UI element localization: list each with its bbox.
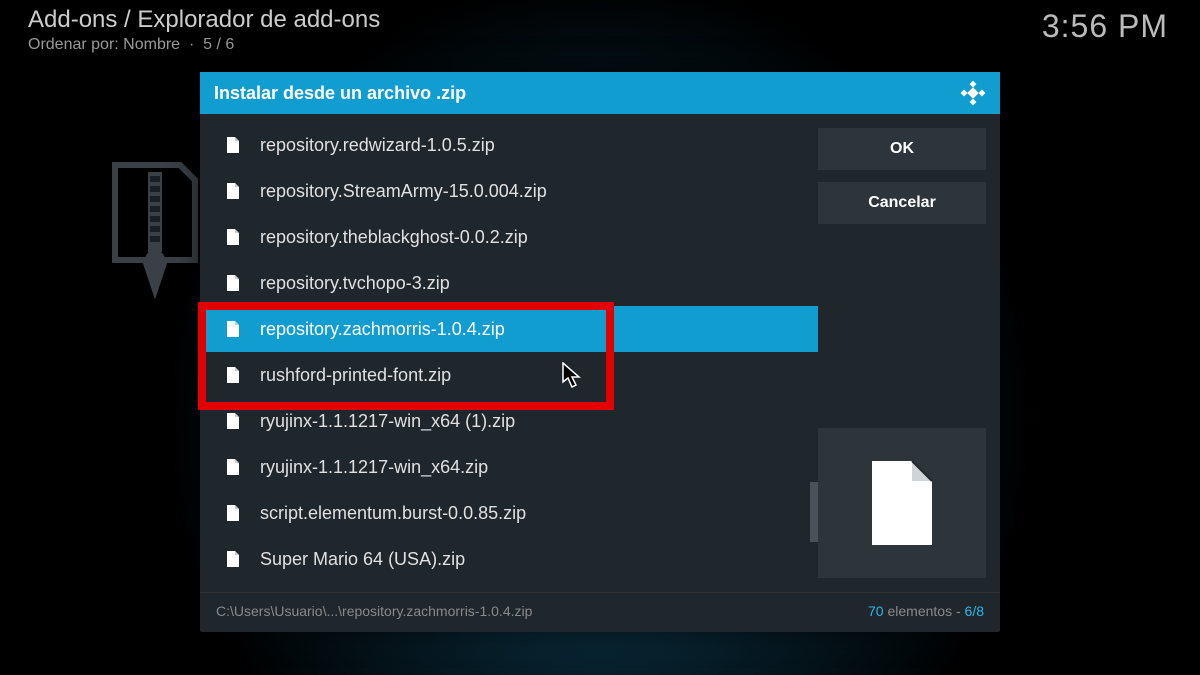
file-item[interactable]: repository.zachmorris-1.0.4.zip	[200, 306, 818, 352]
sort-label: Ordenar por: Nombre	[28, 36, 180, 53]
file-name: rushford-printed-font.zip	[260, 365, 451, 386]
file-item[interactable]: script.elementum.burst-0.0.85.zip	[200, 490, 818, 536]
file-item[interactable]: rushford-printed-font.zip	[200, 352, 818, 398]
current-path: C:\Users\Usuario\...\repository.zachmorr…	[216, 603, 532, 619]
file-icon	[226, 320, 240, 338]
file-item[interactable]: repository.tvchopo-3.zip	[200, 260, 818, 306]
dialog-body: repository.redwizard-1.0.5.zip repository…	[200, 114, 1000, 592]
file-item[interactable]: Super Mario 64 (USA).zip	[200, 536, 818, 582]
sort-line: Ordenar por: Nombre · 5 / 6	[28, 36, 1172, 54]
file-name: repository.zachmorris-1.0.4.zip	[260, 319, 505, 340]
file-icon	[226, 550, 240, 568]
file-icon	[226, 504, 240, 522]
clock: 3:56 PM	[1042, 8, 1168, 45]
breadcrumb: Add-ons / Explorador de add-ons	[28, 6, 1172, 34]
kodi-logo-icon	[960, 80, 986, 106]
file-icon	[226, 412, 240, 430]
header: Add-ons / Explorador de add-ons Ordenar …	[28, 6, 1172, 54]
file-item[interactable]: ryujinx-1.1.1217-win_x64 (1).zip	[200, 398, 818, 444]
file-name: ryujinx-1.1.1217-win_x64.zip	[260, 457, 488, 478]
file-item[interactable]: repository.redwizard-1.0.5.zip	[200, 122, 818, 168]
scroll-thumb[interactable]	[810, 482, 818, 542]
file-column: repository.redwizard-1.0.5.zip repository…	[200, 114, 818, 592]
install-zip-dialog: Instalar desde un archivo .zip repositor…	[200, 72, 1000, 632]
file-icon	[226, 274, 240, 292]
dialog-footer: C:\Users\Usuario\...\repository.zachmorr…	[200, 592, 1000, 629]
file-icon	[867, 458, 937, 548]
file-name: repository.StreamArmy-15.0.004.zip	[260, 181, 547, 202]
file-icon	[226, 458, 240, 476]
sort-position: 5 / 6	[203, 36, 234, 53]
side-column: OK Cancelar	[818, 114, 1000, 592]
file-preview	[818, 428, 986, 578]
ok-button[interactable]: OK	[818, 128, 986, 170]
dialog-header: Instalar desde un archivo .zip	[200, 72, 1000, 114]
file-name: repository.tvchopo-3.zip	[260, 273, 450, 294]
file-item[interactable]: ryujinx-1.1.1217-win_x64.zip	[200, 444, 818, 490]
zip-folder-icon	[110, 160, 200, 310]
file-name: repository.theblackghost-0.0.2.zip	[260, 227, 528, 248]
count-word: elementos	[887, 603, 952, 619]
file-name: script.elementum.burst-0.0.85.zip	[260, 503, 526, 524]
file-item[interactable]: repository.StreamArmy-15.0.004.zip	[200, 168, 818, 214]
file-icon	[226, 366, 240, 384]
file-icon	[226, 136, 240, 154]
file-name: repository.redwizard-1.0.5.zip	[260, 135, 495, 156]
file-list[interactable]: repository.redwizard-1.0.5.zip repository…	[200, 122, 818, 584]
file-icon	[226, 228, 240, 246]
footer-count: 70 elementos - 6/8	[868, 603, 984, 619]
scrollbar[interactable]	[810, 122, 818, 584]
dialog-title: Instalar desde un archivo .zip	[214, 83, 466, 104]
file-name: ryujinx-1.1.1217-win_x64 (1).zip	[260, 411, 515, 432]
count-number: 70	[868, 603, 884, 619]
file-item[interactable]: repository.theblackghost-0.0.2.zip	[200, 214, 818, 260]
file-name: Super Mario 64 (USA).zip	[260, 549, 465, 570]
file-icon	[226, 182, 240, 200]
page-indicator: 6/8	[965, 603, 984, 619]
cancel-button[interactable]: Cancelar	[818, 182, 986, 224]
